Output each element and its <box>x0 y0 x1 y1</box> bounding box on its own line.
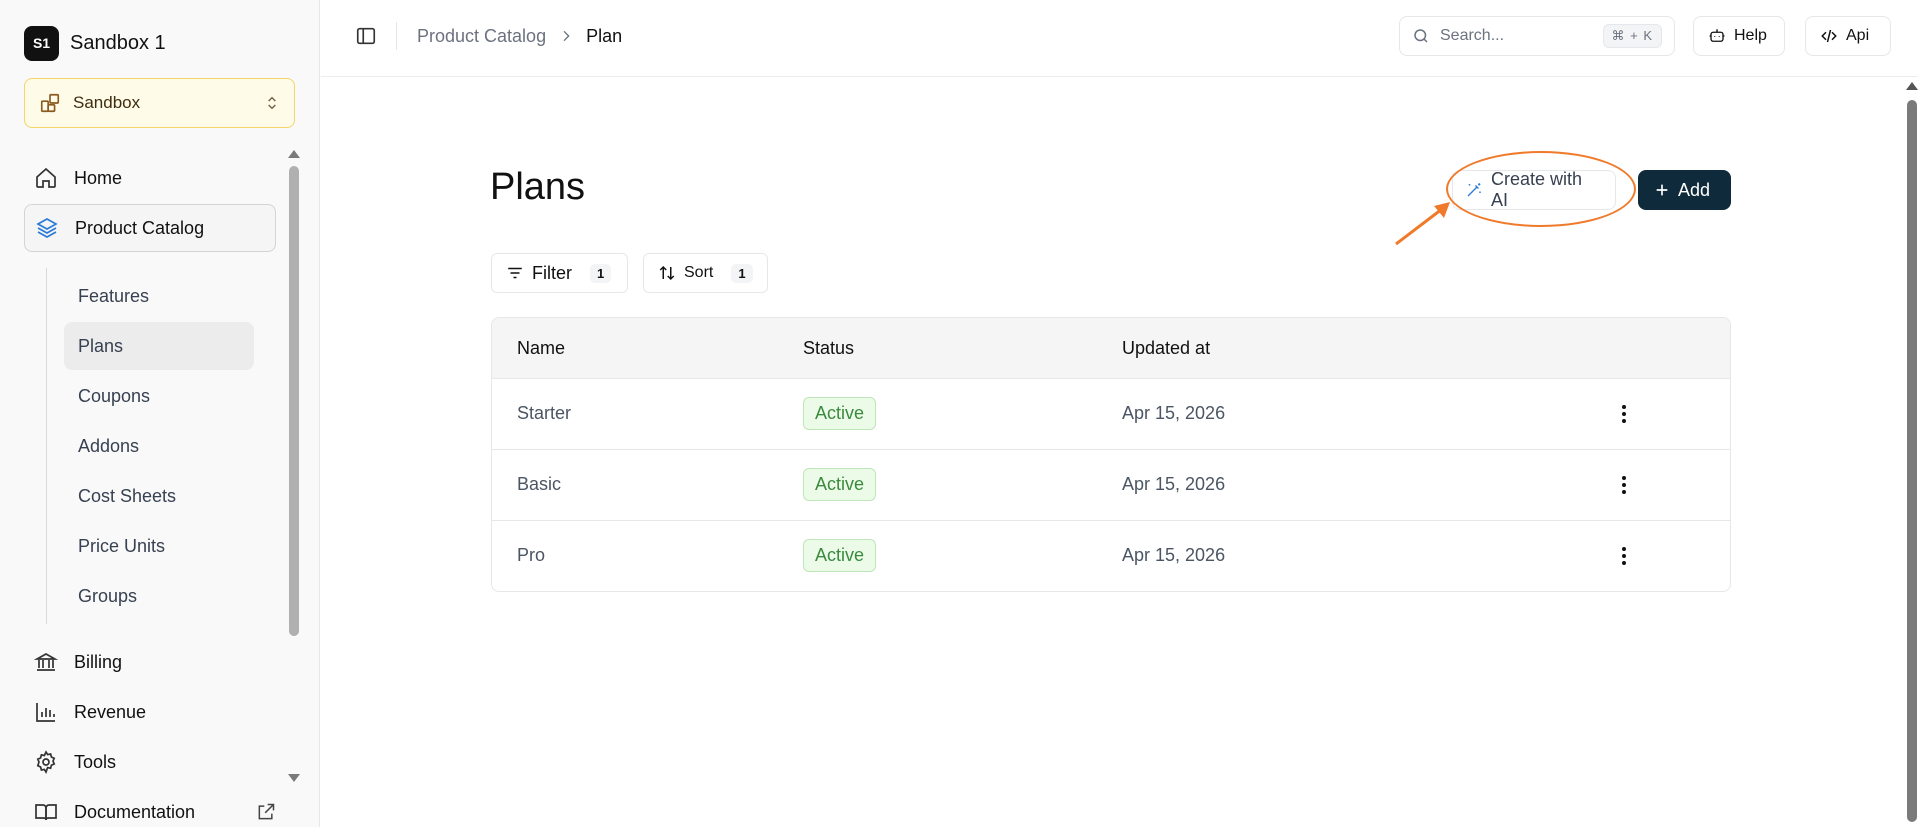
table-row[interactable]: Basic Active Apr 15, 2026 <box>492 450 1730 521</box>
sort-label: Sort <box>684 264 714 281</box>
sidebar-item-documentation[interactable]: Documentation <box>24 788 276 827</box>
search-input[interactable]: Search... ⌘ + K <box>1399 16 1675 56</box>
add-plan-button[interactable]: Add <box>1638 170 1731 210</box>
api-label: Api <box>1846 27 1870 44</box>
sidebar-item-revenue[interactable]: Revenue <box>24 688 276 736</box>
add-label: Add <box>1678 179 1711 200</box>
sidebar-subitem-plans[interactable]: Plans <box>64 322 254 370</box>
gear-icon <box>36 750 56 774</box>
sidebar-subitem-addons[interactable]: Addons <box>64 422 254 470</box>
page-title: Plans <box>490 166 586 208</box>
bar-chart-icon <box>36 703 55 722</box>
status-badge: Active <box>803 397 877 430</box>
filter-button[interactable]: Filter 1 <box>491 253 628 293</box>
table-row[interactable]: Pro Active Apr 15, 2026 <box>492 521 1730 591</box>
column-header-status[interactable]: Status <box>803 338 854 359</box>
sidebar-subitem-cost-sheets[interactable]: Cost Sheets <box>64 472 254 520</box>
sidebar-subitem-features[interactable]: Features <box>64 272 254 320</box>
plan-name: Pro <box>517 545 546 565</box>
bank-icon <box>34 653 58 671</box>
updated-at: Apr 15, 2026 <box>1122 545 1226 565</box>
annotation-ellipse <box>1446 151 1636 227</box>
breadcrumb: Product Catalog Plan <box>417 24 622 48</box>
org-name: Sandbox 1 <box>70 31 166 54</box>
search-placeholder: Search... <box>1440 27 1505 44</box>
sidebar-item-billing[interactable]: Billing <box>24 638 276 686</box>
more-vertical-icon[interactable] <box>1612 473 1636 497</box>
sidebar-subitem-groups[interactable]: Groups <box>64 572 254 620</box>
sidebar-toggle-button[interactable] <box>355 25 379 49</box>
more-vertical-icon[interactable] <box>1612 544 1636 568</box>
column-header-name[interactable]: Name <box>517 338 565 359</box>
breadcrumb-parent-link[interactable]: Product Catalog <box>417 26 546 47</box>
search-icon <box>1414 29 1428 43</box>
environment-label: Sandbox <box>73 93 141 112</box>
sidebar-item-product-catalog[interactable]: Product Catalog <box>24 204 276 252</box>
chevron-right-icon <box>563 30 570 42</box>
topbar: Product Catalog Plan Search... ⌘ + K Hel… <box>321 0 1918 77</box>
filter-count-badge: 1 <box>590 263 612 283</box>
environment-icon <box>40 93 60 113</box>
sidebar-item-label: Home <box>74 167 123 188</box>
sidebar-item-label: Billing <box>74 651 123 672</box>
page-scrollbar[interactable] <box>1906 82 1918 827</box>
status-badge: Active <box>803 539 877 572</box>
plans-table: Name Status Updated at Starter Active Ap… <box>491 317 1731 592</box>
org-switcher[interactable]: S1 Sandbox 1 <box>24 25 166 61</box>
sidebar-item-label: Documentation <box>74 801 196 822</box>
sidebar-item-label: Revenue <box>74 701 147 722</box>
filter-icon <box>508 267 522 279</box>
sidebar-scrollbar[interactable] <box>288 148 300 784</box>
scrollbar-thumb[interactable] <box>1907 100 1917 822</box>
external-link-icon <box>258 803 275 820</box>
annotation-arrow <box>1395 202 1450 246</box>
scroll-up-arrow[interactable] <box>288 150 300 158</box>
table-header: Name Status Updated at <box>492 318 1730 379</box>
sidebar-subitem-coupons[interactable]: Coupons <box>64 372 254 420</box>
scroll-up-arrow[interactable] <box>1906 82 1918 90</box>
plan-name: Basic <box>517 474 562 494</box>
scrollbar-thumb[interactable] <box>289 166 299 636</box>
topbar-divider <box>396 22 397 50</box>
submenu-rail <box>46 268 47 624</box>
help-label: Help <box>1734 27 1767 44</box>
sort-arrows-icon <box>659 265 675 281</box>
updated-at: Apr 15, 2026 <box>1122 403 1226 423</box>
plus-icon <box>1656 184 1668 196</box>
bot-icon <box>1709 29 1725 42</box>
sidebar-nav: Home Product Catalog Features Plans Coup… <box>0 150 300 827</box>
sidebar: S1 Sandbox 1 Sandbox Home Product Catalo… <box>0 0 320 827</box>
filter-label: Filter <box>532 262 572 283</box>
sidebar-toggle-icon <box>356 27 376 45</box>
status-badge: Active <box>803 468 877 501</box>
chevron-up-down-icon <box>268 96 276 110</box>
home-icon <box>36 167 56 188</box>
sidebar-item-label: Product Catalog <box>75 217 205 238</box>
scroll-down-arrow[interactable] <box>288 774 300 782</box>
sidebar-item-home[interactable]: Home <box>24 154 276 202</box>
org-badge: S1 <box>24 25 59 61</box>
column-header-updated-at[interactable]: Updated at <box>1122 338 1210 359</box>
sort-count-badge: 1 <box>731 263 753 283</box>
sort-button[interactable]: Sort 1 <box>643 253 768 293</box>
plan-name: Starter <box>517 403 572 423</box>
code-icon <box>1821 29 1837 43</box>
updated-at: Apr 15, 2026 <box>1122 474 1226 494</box>
sidebar-item-tools[interactable]: Tools <box>24 738 276 786</box>
api-button[interactable]: Api <box>1805 16 1891 56</box>
sidebar-item-label: Tools <box>74 751 117 772</box>
book-icon <box>35 804 57 821</box>
breadcrumb-current: Plan <box>586 25 623 46</box>
more-vertical-icon[interactable] <box>1612 402 1636 426</box>
environment-select[interactable]: Sandbox <box>24 78 295 128</box>
table-row[interactable]: Starter Active Apr 15, 2026 <box>492 379 1730 450</box>
search-shortcut: ⌘ + K <box>1602 24 1662 48</box>
sidebar-subitem-price-units[interactable]: Price Units <box>64 522 254 570</box>
help-button[interactable]: Help <box>1693 16 1785 56</box>
layers-icon <box>36 218 58 238</box>
